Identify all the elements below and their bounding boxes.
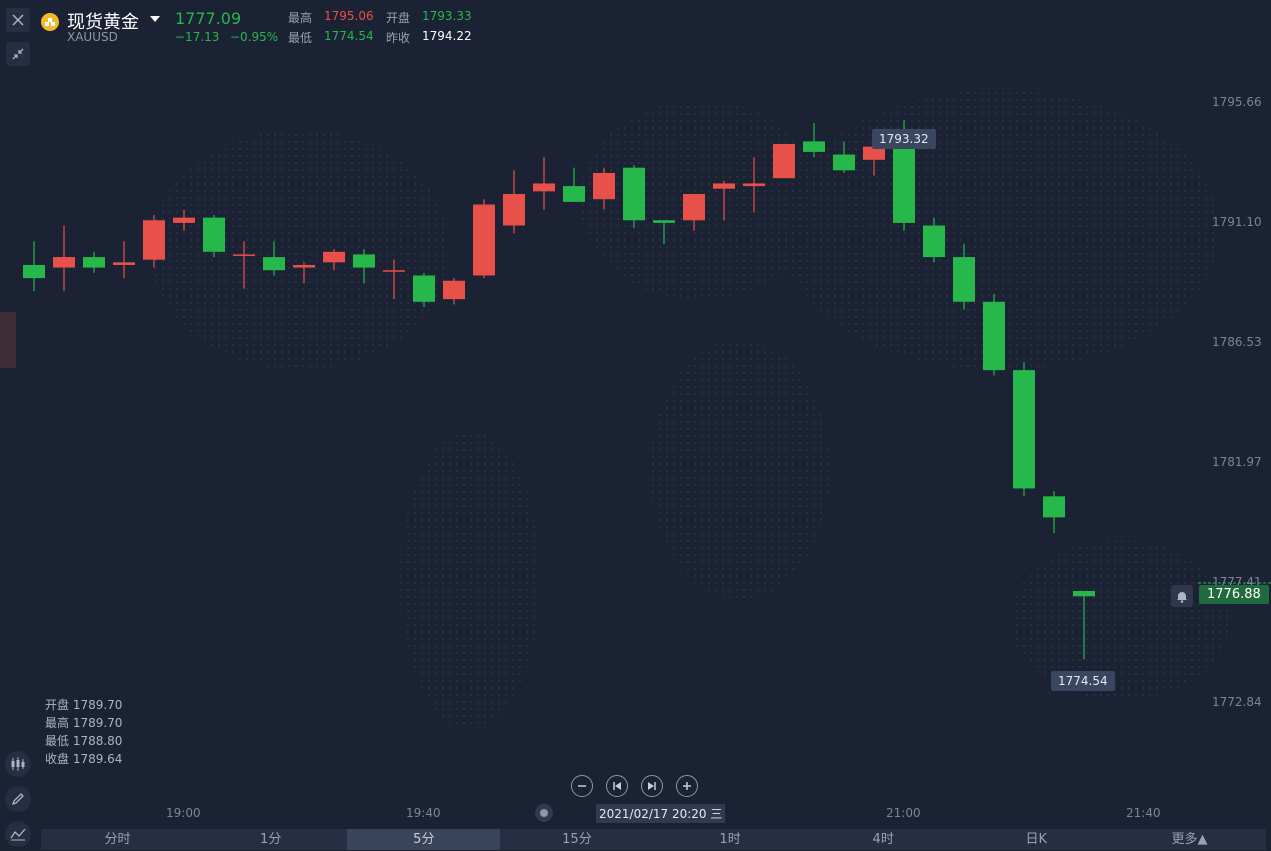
ohlc-low: 最低 1788.80 — [45, 734, 123, 748]
interval-tab[interactable]: 更多▲ — [1113, 829, 1266, 850]
candle[interactable] — [503, 170, 525, 234]
bell-icon — [1177, 591, 1187, 603]
candle[interactable] — [443, 278, 465, 305]
price-tick-label: 1795.66 — [1212, 95, 1262, 109]
interval-tab[interactable]: 4时 — [807, 829, 960, 850]
candle-body — [113, 262, 135, 265]
candle-body — [953, 257, 975, 302]
candle[interactable] — [1013, 362, 1035, 497]
candle-body — [53, 257, 75, 268]
candle-body — [503, 193, 525, 226]
candle[interactable] — [773, 144, 795, 179]
interval-tab[interactable]: 5分 — [347, 829, 501, 850]
candle-body — [233, 254, 255, 256]
ohlc-close: 收盘 1789.64 — [45, 752, 123, 766]
candle-body — [803, 141, 825, 152]
candle-body — [563, 186, 585, 202]
skip-back-icon — [613, 782, 621, 790]
candle-body — [893, 141, 915, 223]
candle-body — [1073, 590, 1095, 597]
plus-icon — [683, 782, 691, 790]
max-price-tooltip: 1793.32 — [872, 129, 936, 149]
candle-body — [833, 154, 855, 171]
interval-tab[interactable]: 15分 — [500, 829, 653, 850]
interval-tab[interactable]: 分时 — [41, 829, 194, 850]
time-tick-label: 21:00 — [886, 806, 921, 820]
candle[interactable] — [143, 215, 165, 268]
price-tick-label: 1772.84 — [1212, 695, 1262, 709]
interval-tab[interactable]: 日K — [960, 829, 1113, 850]
jump-start-button[interactable] — [606, 775, 628, 797]
candle-body — [533, 183, 555, 192]
time-tick-label: 19:40 — [406, 806, 441, 820]
candle-body — [713, 183, 735, 189]
candle-body — [773, 144, 795, 179]
time-tick-label: 19:00 — [166, 806, 201, 820]
candle-body — [173, 217, 195, 223]
candle-body — [983, 301, 1005, 371]
candle-body — [353, 254, 375, 268]
candle-body — [683, 193, 705, 221]
price-alert-button[interactable] — [1171, 585, 1193, 607]
interval-tabs: 分时 1分 5分 15分 1时 4时 日K 更多▲ — [41, 829, 1266, 850]
skip-forward-icon — [648, 782, 656, 790]
candle-body — [23, 264, 45, 279]
crosshair-handle[interactable] — [535, 804, 553, 822]
candle[interactable] — [623, 165, 645, 229]
candle-body — [1043, 496, 1065, 518]
zoom-in-button[interactable] — [676, 775, 698, 797]
price-tick-label: 1781.97 — [1212, 454, 1262, 469]
candle[interactable] — [983, 293, 1005, 376]
candle[interactable] — [203, 215, 225, 258]
candle[interactable] — [83, 251, 105, 273]
candle-body — [323, 251, 345, 263]
ohlc-open: 开盘 1789.70 — [45, 698, 123, 712]
candle[interactable] — [1043, 491, 1065, 534]
ohlc-info: 开盘 1789.70 最高 1789.70 最低 1788.80 收盘 1789… — [45, 696, 122, 768]
min-price-tooltip: 1774.54 — [1051, 671, 1115, 691]
ohlc-high: 最高 1789.70 — [45, 716, 123, 730]
candle-body — [623, 167, 645, 221]
candle-body — [653, 220, 675, 223]
candlestick-chart[interactable] — [0, 0, 1271, 850]
minus-icon — [578, 785, 586, 787]
jump-end-button[interactable] — [641, 775, 663, 797]
candle-body — [593, 172, 615, 200]
crosshair-date: 2021/02/17 20:20 三 — [596, 804, 726, 823]
candle-body — [443, 280, 465, 300]
left-edge-marker — [0, 312, 16, 368]
candle-body — [923, 225, 945, 258]
candle-body — [413, 275, 435, 302]
candle-body — [83, 257, 105, 268]
candle-body — [293, 264, 315, 268]
time-tick-label: 21:40 — [1126, 806, 1161, 820]
candle-body — [203, 217, 225, 252]
candle[interactable] — [113, 241, 135, 279]
candle-body — [143, 220, 165, 260]
world-map-background — [150, 90, 1230, 730]
candle[interactable] — [23, 241, 45, 292]
interval-tab[interactable]: 1分 — [194, 829, 347, 850]
candle[interactable] — [53, 225, 75, 292]
candle-body — [473, 204, 495, 276]
zoom-out-button[interactable] — [571, 775, 593, 797]
candle-body — [383, 270, 405, 272]
candle[interactable] — [473, 199, 495, 279]
current-price-tag: 1776.88 — [1199, 585, 1269, 604]
price-tick-label: 1786.53 — [1212, 335, 1262, 350]
price-tick-label: 1791.10 — [1212, 214, 1262, 229]
candle-body — [743, 183, 765, 187]
interval-tab[interactable]: 1时 — [654, 829, 807, 850]
candle[interactable] — [533, 157, 555, 210]
candle-body — [263, 257, 285, 271]
candle-body — [1013, 370, 1035, 489]
